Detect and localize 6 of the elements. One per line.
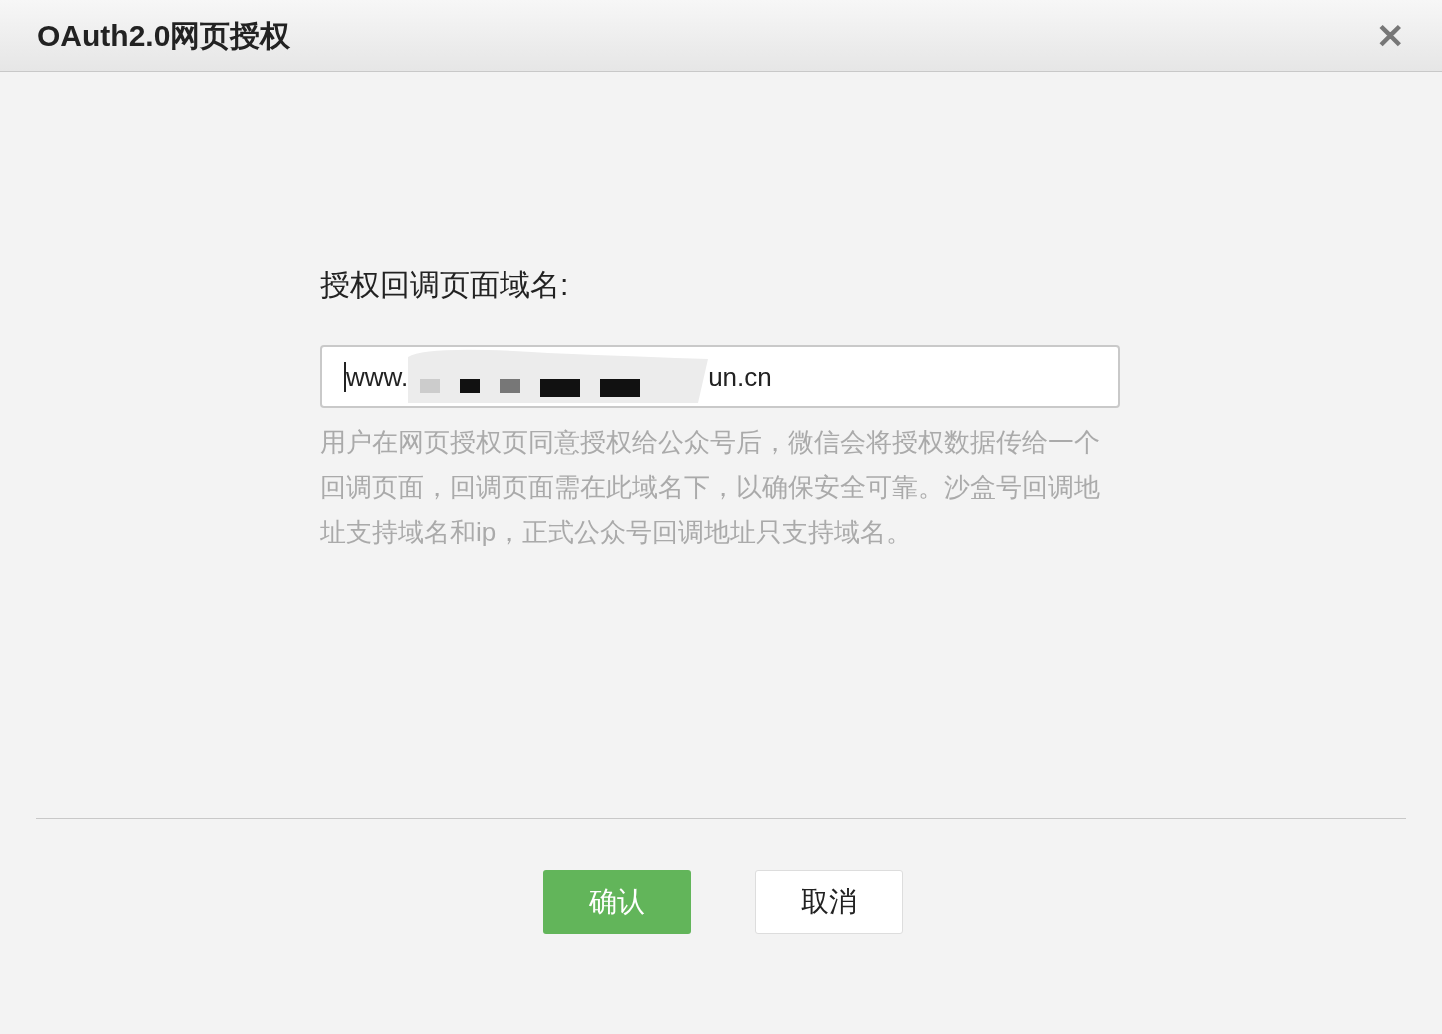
domain-input-field[interactable]: www. un.cn: [320, 345, 1120, 408]
field-label: 授权回调页面域名:: [320, 267, 570, 303]
help-text: 用户在网页授权页同意授权给公众号后，微信会将授权数据传给一个回调页面，回调页面需在此域名下，以确保安全可靠。沙盒号回调地址支持域名和ip，正式公众号回调地址只支持域名。: [320, 426, 1101, 549]
cancel-button[interactable]: 取消: [755, 870, 903, 934]
dialog-title: OAuth2.0网页授权: [37, 18, 291, 54]
close-button[interactable]: ✕: [1376, 18, 1404, 53]
